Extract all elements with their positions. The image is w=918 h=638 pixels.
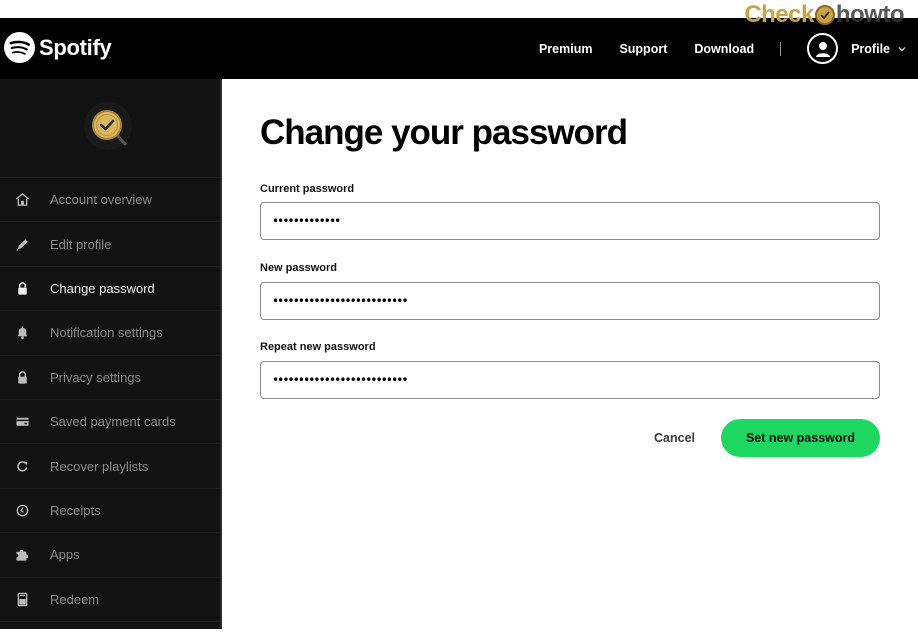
sidebar-item-label: Saved payment cards <box>50 414 176 430</box>
sidebar: Account overview Edit profile Change pas… <box>0 79 222 629</box>
watermark-text-check: Check <box>744 1 814 28</box>
sidebar-item-label: Notification settings <box>50 325 163 341</box>
nav-link-premium[interactable]: Premium <box>539 42 593 56</box>
new-password-input[interactable] <box>272 294 879 308</box>
puzzle-icon <box>15 550 28 561</box>
sidebar-item-edit-profile[interactable]: Edit profile <box>0 222 220 267</box>
brand-name: Spotify <box>39 34 112 60</box>
nav-link-support[interactable]: Support <box>619 42 667 56</box>
watermark-text-howto: howto <box>835 1 905 28</box>
sidebar-item-account-overview[interactable]: Account overview <box>0 178 220 223</box>
card-icon <box>15 417 29 426</box>
spotify-logo[interactable]: Spotify <box>4 32 112 63</box>
cancel-button[interactable]: Cancel <box>654 431 695 445</box>
profile-label: Profile <box>851 41 890 56</box>
sidebar-item-redeem[interactable]: Redeem <box>0 578 220 622</box>
sidebar-item-label: Apps <box>50 547 80 563</box>
sidebar-item-notification-settings[interactable]: Notification settings <box>0 311 220 356</box>
avatar <box>807 33 839 64</box>
sidebar-item-saved-payment-cards[interactable]: Saved payment cards <box>0 400 220 445</box>
refresh-icon <box>16 460 27 472</box>
main-content: Change your password Current password Ne… <box>222 79 918 638</box>
user-icon <box>815 41 830 57</box>
sidebar-item-label: Receipts <box>50 502 101 518</box>
sidebar-item-label: Change password <box>50 280 155 296</box>
bell-icon <box>17 326 27 340</box>
sidebar-item-label: Privacy settings <box>50 369 142 385</box>
sidebar-item-change-password[interactable]: Change password <box>0 267 220 312</box>
sidebar-item-privacy-settings[interactable]: Privacy settings <box>0 356 220 400</box>
sidebar-item-label: Account overview <box>50 192 152 208</box>
sidebar-item-receipts[interactable]: Receipts <box>0 489 220 534</box>
pencil-icon <box>15 238 28 251</box>
repeat-password-input[interactable] <box>272 373 879 387</box>
new-password-label: New password <box>260 262 338 274</box>
sidebar-item-apps[interactable]: Apps <box>0 533 220 578</box>
sidebar-item-label: Edit profile <box>50 236 112 252</box>
new-password-field[interactable] <box>260 282 880 320</box>
clock-icon <box>16 504 28 517</box>
nav-divider <box>780 41 782 56</box>
spotify-icon <box>4 32 35 63</box>
sidebar-item-label: Redeem <box>50 591 100 607</box>
sidebar-item-label: Recover playlists <box>50 458 149 474</box>
gold-check-magnifier-icon <box>84 102 132 150</box>
nav-link-download[interactable]: Download <box>694 42 754 56</box>
current-password-input[interactable] <box>272 214 879 228</box>
sidebar-logo <box>0 79 220 178</box>
page-title: Change your password <box>260 113 628 152</box>
bottom-strip <box>0 629 918 638</box>
chevron-down-icon <box>898 46 906 51</box>
current-password-field[interactable] <box>260 202 880 240</box>
check-badge-icon <box>814 5 835 25</box>
set-new-password-button[interactable]: Set new password <box>721 419 880 457</box>
lock-icon <box>17 370 27 384</box>
redeem-card-icon <box>17 592 27 606</box>
sidebar-item-recover-playlists[interactable]: Recover playlists <box>0 444 220 489</box>
repeat-password-label: Repeat new password <box>260 341 376 353</box>
repeat-password-field[interactable] <box>260 361 880 399</box>
profile-menu[interactable]: Profile <box>807 33 906 64</box>
lock-icon <box>17 282 27 295</box>
watermark: Check howto <box>744 2 904 28</box>
current-password-label: Current password <box>260 183 355 195</box>
home-icon <box>15 193 29 206</box>
